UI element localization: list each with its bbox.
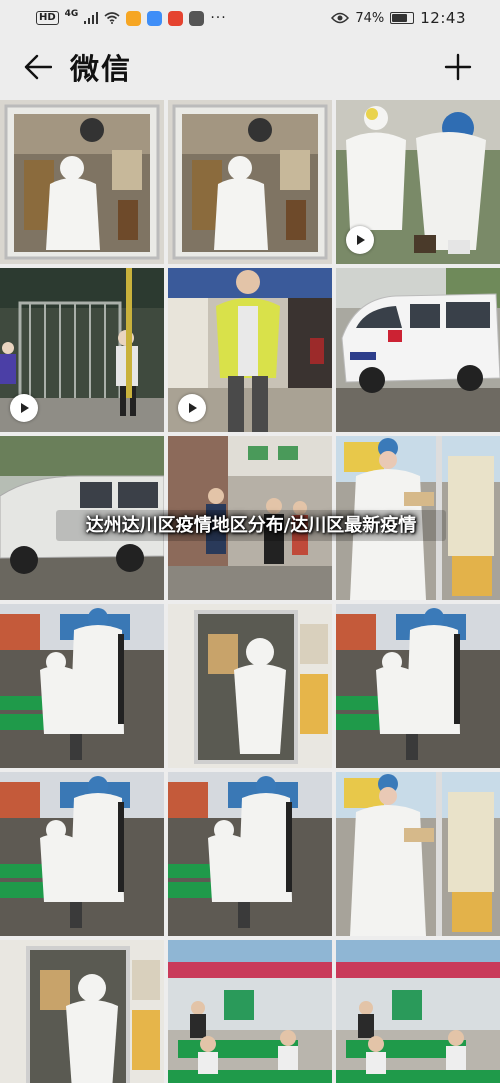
thumbnail-image <box>336 772 500 936</box>
thumbnail-image <box>168 940 332 1083</box>
thumbnail-image <box>0 940 164 1083</box>
play-icon <box>21 403 29 413</box>
status-left: HD 4G ··· <box>36 9 227 26</box>
add-button[interactable] <box>440 49 476 85</box>
app-notification-icon <box>147 10 163 26</box>
video-thumbnail[interactable] <box>336 100 500 264</box>
photo-thumbnail[interactable] <box>336 268 500 432</box>
battery-icon <box>390 12 415 24</box>
nav-bar: 微信 <box>0 36 500 98</box>
video-thumbnail[interactable] <box>0 268 164 432</box>
app-notification-icon <box>168 10 184 26</box>
photo-thumbnail[interactable] <box>168 772 332 936</box>
photo-thumbnail[interactable] <box>168 940 332 1083</box>
photo-thumbnail[interactable] <box>336 940 500 1083</box>
play-icon <box>189 403 197 413</box>
battery-percent: 74% <box>355 10 385 26</box>
play-button[interactable] <box>178 394 206 422</box>
thumbnail-image <box>336 604 500 768</box>
play-button[interactable] <box>346 226 374 254</box>
network-type: 4G <box>64 9 79 19</box>
wifi-icon <box>104 12 120 24</box>
photo-thumbnail[interactable] <box>336 772 500 936</box>
thumbnail-image <box>0 604 164 768</box>
back-arrow-icon <box>24 54 52 80</box>
photo-thumbnail[interactable] <box>168 604 332 768</box>
status-right: 74% 12:43 <box>331 9 466 27</box>
back-button[interactable] <box>2 36 74 98</box>
app-notification-icon <box>126 10 142 26</box>
thumbnail-image <box>168 100 332 264</box>
photo-thumbnail[interactable] <box>336 604 500 768</box>
status-bar: HD 4G ··· 74% 12:43 <box>0 0 500 36</box>
photo-grid <box>0 100 500 1083</box>
thumbnail-image <box>0 100 164 264</box>
thumbnail-image <box>336 268 500 432</box>
signal-icon <box>84 12 99 24</box>
thumbnail-image <box>0 772 164 936</box>
plus-icon <box>444 53 472 81</box>
play-button[interactable] <box>10 394 38 422</box>
calendar-icon <box>189 10 205 26</box>
photo-thumbnail[interactable] <box>168 100 332 264</box>
page-title: 微信 <box>70 52 133 86</box>
more-notifications-icon: ··· <box>210 10 227 26</box>
thumbnail-image <box>336 940 500 1083</box>
thumbnail-image <box>168 772 332 936</box>
clock: 12:43 <box>420 9 466 27</box>
video-thumbnail[interactable] <box>168 268 332 432</box>
photo-thumbnail[interactable] <box>0 940 164 1083</box>
overlay-caption: 达州达川区疫情地区分布/达川区最新疫情 <box>56 510 446 541</box>
eye-icon <box>331 12 350 24</box>
thumbnail-image <box>168 604 332 768</box>
photo-thumbnail[interactable] <box>0 772 164 936</box>
hd-badge: HD <box>36 11 59 25</box>
play-icon <box>357 235 365 245</box>
photo-thumbnail[interactable] <box>0 100 164 264</box>
photo-thumbnail[interactable] <box>0 604 164 768</box>
